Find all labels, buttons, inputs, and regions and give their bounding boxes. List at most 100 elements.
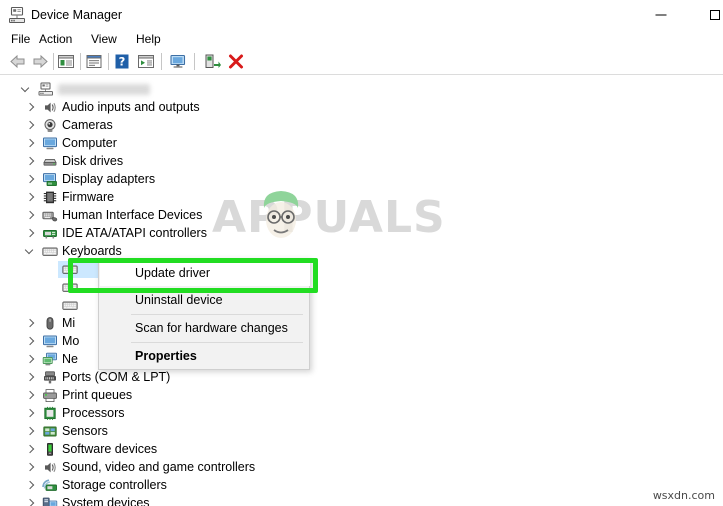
chevron-right-icon[interactable] — [24, 99, 37, 116]
title-bar: Device Manager — [0, 0, 723, 30]
tree-row-system-devices[interactable]: System devices — [0, 495, 723, 506]
maximize-icon — [709, 9, 720, 20]
tree-item-label: Disk drives — [62, 154, 124, 168]
chevron-right-icon[interactable] — [24, 495, 37, 506]
chevron-right-icon[interactable] — [24, 333, 37, 350]
tree-row-audio-inputs-and-outputs[interactable]: Audio inputs and outputs — [0, 99, 723, 116]
processor-icon — [44, 406, 56, 420]
tree-item-label: Mi — [62, 316, 76, 330]
firmware-chip-icon — [43, 191, 57, 204]
properties-icon[interactable] — [84, 52, 104, 71]
chevron-down-icon[interactable] — [24, 243, 37, 260]
minimize-button[interactable] — [638, 0, 683, 29]
speaker-icon — [45, 462, 56, 473]
tree-row-firmware[interactable]: Firmware — [0, 189, 723, 206]
context-menu-item-properties[interactable]: Properties — [100, 343, 310, 369]
svg-text:?: ? — [119, 55, 126, 69]
toolbar-separator — [80, 53, 81, 70]
tree-item-label: Software devices — [62, 442, 158, 456]
context-menu-item-scan-for-hardware-changes[interactable]: Scan for hardware changes — [100, 315, 310, 341]
tree-item-label: Ne — [62, 352, 78, 366]
view-icon[interactable] — [136, 52, 156, 71]
tree-item-label: Cameras — [62, 118, 113, 132]
tree-row-software-devices[interactable]: Software devices — [0, 441, 723, 458]
chevron-right-icon[interactable] — [24, 153, 37, 170]
tree-item-label: System devices — [62, 496, 150, 506]
minimize-icon — [655, 14, 666, 15]
menu-bar: File Action View Help — [0, 29, 723, 49]
update-driver-icon[interactable] — [202, 52, 222, 71]
chevron-right-icon[interactable] — [24, 387, 37, 404]
menu-item-action[interactable]: Action — [34, 31, 77, 47]
device-manager-window: Device Manager File Action View Help ? A… — [0, 0, 723, 506]
chevron-right-icon[interactable] — [24, 135, 37, 152]
scan-hardware-changes-icon[interactable] — [168, 52, 188, 71]
chevron-right-icon[interactable] — [24, 315, 37, 332]
chevron-right-icon[interactable] — [24, 441, 37, 458]
forward-icon[interactable] — [30, 52, 50, 71]
hid-icon — [42, 211, 58, 222]
menu-item-help[interactable]: Help — [131, 31, 166, 47]
toolbar-separator — [161, 53, 162, 70]
monitor-icon — [43, 137, 57, 150]
uninstall-device-icon[interactable] — [226, 52, 246, 71]
chevron-right-icon[interactable] — [24, 225, 37, 242]
tree-item-label: Processors — [62, 406, 125, 420]
chevron-right-icon[interactable] — [24, 369, 37, 386]
disk-drive-icon — [43, 158, 57, 166]
tree-row-sensors[interactable]: Sensors — [0, 423, 723, 440]
port-icon — [44, 371, 56, 384]
tree-row-display-adapters[interactable]: Display adapters — [0, 171, 723, 188]
keyboard-icon — [42, 247, 58, 256]
chevron-right-icon[interactable] — [24, 405, 37, 422]
tree-row-ide-ata-atapi-controllers[interactable]: IDE ATA/ATAPI controllers — [0, 225, 723, 242]
tree-item-label: Display adapters — [62, 172, 156, 186]
computer-node-icon — [38, 82, 53, 96]
storage-controller-icon — [42, 479, 57, 491]
chevron-right-icon[interactable] — [24, 351, 37, 368]
network-adapter-icon — [42, 352, 57, 366]
tree-row-cameras[interactable]: Cameras — [0, 117, 723, 134]
tree-item-label: Human Interface Devices — [62, 208, 203, 222]
back-icon[interactable] — [8, 52, 28, 71]
window-title: Device Manager — [31, 8, 123, 22]
chevron-down-icon[interactable] — [20, 81, 33, 98]
toolbar-separator — [108, 53, 109, 70]
tree-row-storage-controllers[interactable]: Storage controllers — [0, 477, 723, 494]
tree-row-print-queues[interactable]: Print queues — [0, 387, 723, 404]
tree-row-human-interface-devices[interactable]: Human Interface Devices — [0, 207, 723, 224]
toolbar: ? — [0, 49, 723, 75]
tree-item-label: Firmware — [62, 190, 115, 204]
monitor-icon — [43, 335, 57, 348]
redacted-computer-name — [58, 84, 150, 95]
tree-item-label: Audio inputs and outputs — [62, 100, 200, 114]
tree-row-sound-video-and-game-controllers[interactable]: Sound, video and game controllers — [0, 459, 723, 476]
printer-icon — [43, 389, 57, 402]
tree-item-label: Mo — [62, 334, 80, 348]
device-manager-icon — [9, 6, 25, 23]
display-adapter-icon — [43, 173, 57, 186]
menu-item-view[interactable]: View — [86, 31, 122, 47]
show-hide-console-tree-icon[interactable] — [56, 52, 76, 71]
tree-item-label: Storage controllers — [62, 478, 167, 492]
chevron-right-icon[interactable] — [24, 459, 37, 476]
tree-row-processors[interactable]: Processors — [0, 405, 723, 422]
tree-row-root[interactable] — [0, 81, 723, 98]
speaker-icon — [45, 102, 56, 113]
chevron-right-icon[interactable] — [24, 117, 37, 134]
menu-item-file[interactable]: File — [6, 31, 35, 47]
tree-row-disk-drives[interactable]: Disk drives — [0, 153, 723, 170]
tree-row-computer[interactable]: Computer — [0, 135, 723, 152]
chevron-right-icon[interactable] — [24, 171, 37, 188]
site-watermark: wsxdn.com — [652, 489, 715, 502]
sensor-icon — [43, 426, 57, 437]
system-device-icon — [42, 497, 58, 506]
chevron-right-icon[interactable] — [24, 423, 37, 440]
chevron-right-icon[interactable] — [24, 189, 37, 206]
mouse-icon — [46, 317, 54, 330]
help-icon[interactable]: ? — [112, 52, 132, 71]
maximize-button[interactable] — [692, 0, 723, 29]
tree-item-label: Computer — [62, 136, 117, 150]
chevron-right-icon[interactable] — [24, 477, 37, 494]
chevron-right-icon[interactable] — [24, 207, 37, 224]
